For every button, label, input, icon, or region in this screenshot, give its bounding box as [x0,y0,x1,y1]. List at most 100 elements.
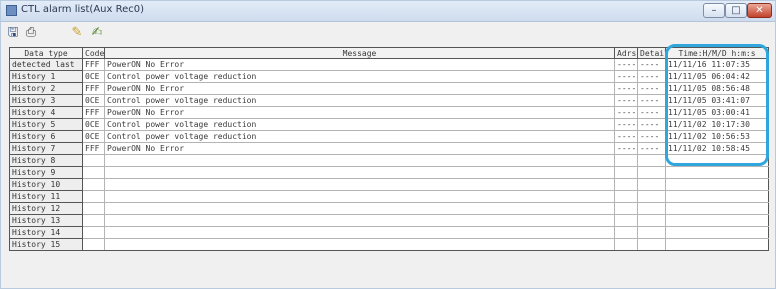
cell-adrs[interactable]: ---- [614,58,638,71]
cell-time[interactable] [665,166,769,179]
cell-message[interactable] [104,178,615,191]
cell-time[interactable] [665,178,769,191]
table-row[interactable]: History 4 FFF PowerON No Error ---- ---- 11/1… [9,106,769,119]
cell-code[interactable] [82,190,105,203]
cell-time[interactable] [665,238,769,251]
cell-data-type[interactable]: History 2 [9,82,83,95]
cell-code[interactable] [82,178,105,191]
header-detail[interactable]: Detail [637,47,666,59]
edit-icon[interactable]: ✍ [89,25,105,41]
cell-adrs[interactable] [614,202,638,215]
cell-message[interactable] [104,226,615,239]
cell-adrs[interactable]: ---- [614,70,638,83]
cell-data-type[interactable]: History 5 [9,118,83,131]
cell-adrs[interactable] [614,214,638,227]
cell-message[interactable] [104,238,615,251]
cell-data-type[interactable]: History 9 [9,166,83,179]
header-message[interactable]: Message [104,47,615,59]
pencil-icon[interactable]: ✎ [69,25,85,41]
cell-adrs[interactable] [614,238,638,251]
cell-message[interactable] [104,190,615,203]
cell-message[interactable]: PowerON No Error [104,58,615,71]
cell-message[interactable]: Control power voltage reduction [104,94,615,107]
cell-code[interactable]: FFF [82,106,105,119]
header-data-type[interactable]: Data type [9,47,83,59]
cell-adrs[interactable]: ---- [614,106,638,119]
minimize-button[interactable]: – [703,3,725,18]
cell-adrs[interactable] [614,166,638,179]
cell-data-type[interactable]: History 7 [9,142,83,155]
cell-data-type[interactable]: History 10 [9,178,83,191]
table-row[interactable]: History 8 [9,154,769,167]
cell-message[interactable]: Control power voltage reduction [104,130,615,143]
cell-message[interactable]: PowerON No Error [104,82,615,95]
cell-detail[interactable]: ---- [637,70,666,83]
cell-message[interactable] [104,154,615,167]
cell-detail[interactable] [637,202,666,215]
cell-message[interactable] [104,214,615,227]
title-bar[interactable]: CTL alarm list(Aux Rec0) – □ ✕ [1,1,775,22]
table-row[interactable]: History 6 0CE Control power voltage reduct… [9,130,769,143]
cell-detail[interactable]: ---- [637,130,666,143]
cell-adrs[interactable]: ---- [614,142,638,155]
cell-code[interactable]: FFF [82,82,105,95]
cell-adrs[interactable] [614,178,638,191]
maximize-button[interactable]: □ [725,3,747,18]
cell-time[interactable] [665,190,769,203]
table-row[interactable]: History 12 [9,202,769,215]
cell-data-type[interactable]: History 4 [9,106,83,119]
cell-message[interactable] [104,166,615,179]
cell-code[interactable]: 0CE [82,130,105,143]
cell-code[interactable]: 0CE [82,118,105,131]
cell-code[interactable] [82,154,105,167]
cell-adrs[interactable]: ---- [614,130,638,143]
cell-data-type[interactable]: detected last [9,58,83,71]
table-row[interactable]: History 1 0CE Control power voltage reduct… [9,70,769,83]
table-row[interactable]: History 13 [9,214,769,227]
cell-code[interactable] [82,238,105,251]
cell-data-type[interactable]: History 11 [9,190,83,203]
cell-time[interactable] [665,202,769,215]
cell-data-type[interactable]: History 1 [9,70,83,83]
cell-data-type[interactable]: History 8 [9,154,83,167]
cell-message[interactable]: Control power voltage reduction [104,70,615,83]
cell-message[interactable]: PowerON No Error [104,106,615,119]
cell-detail[interactable] [637,154,666,167]
cell-message[interactable]: PowerON No Error [104,142,615,155]
save-icon[interactable]: 🖫 [5,25,21,41]
cell-detail[interactable]: ---- [637,106,666,119]
cell-data-type[interactable]: History 3 [9,94,83,107]
table-row[interactable]: History 9 [9,166,769,179]
cell-detail[interactable]: ---- [637,82,666,95]
table-row[interactable]: History 14 [9,226,769,239]
table-row[interactable]: History 7 FFF PowerON No Error ---- ---- 11/1… [9,142,769,155]
cell-adrs[interactable] [614,190,638,203]
table-row[interactable]: History 2 FFF PowerON No Error ---- ---- 11/1… [9,82,769,95]
table-row[interactable]: History 11 [9,190,769,203]
table-row[interactable]: History 5 0CE Control power voltage reduct… [9,118,769,131]
cell-data-type[interactable]: History 14 [9,226,83,239]
print-icon[interactable]: ⎙ [23,25,39,41]
cell-detail[interactable]: ---- [637,142,666,155]
table-row[interactable]: detected last FFF PowerON No Error ---- ----… [9,58,769,71]
table-row[interactable]: History 10 [9,178,769,191]
cell-detail[interactable] [637,238,666,251]
close-button[interactable]: ✕ [747,3,772,18]
cell-code[interactable]: FFF [82,142,105,155]
header-adrs[interactable]: Adrs [614,47,638,59]
cell-data-type[interactable]: History 12 [9,202,83,215]
cell-code[interactable] [82,166,105,179]
cell-detail[interactable]: ---- [637,118,666,131]
table-row[interactable]: History 15 [9,238,769,251]
cell-detail[interactable] [637,178,666,191]
cell-adrs[interactable] [614,226,638,239]
cell-detail[interactable] [637,166,666,179]
header-code[interactable]: Code [82,47,105,59]
cell-data-type[interactable]: History 15 [9,238,83,251]
cell-detail[interactable] [637,214,666,227]
cell-code[interactable] [82,202,105,215]
cell-data-type[interactable]: History 6 [9,130,83,143]
cell-code[interactable]: FFF [82,58,105,71]
cell-adrs[interactable]: ---- [614,118,638,131]
cell-detail[interactable] [637,190,666,203]
